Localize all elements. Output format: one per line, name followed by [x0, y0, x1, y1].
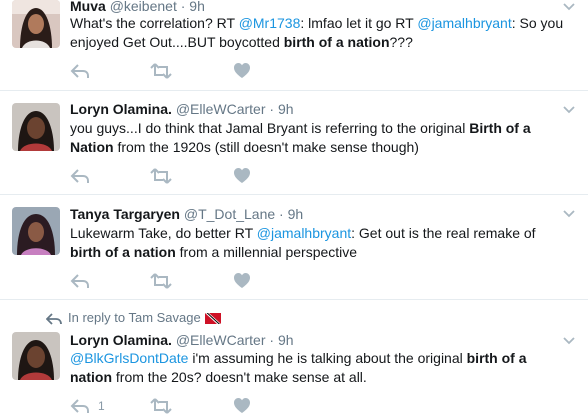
- tweet-text-segment: from the 20s? doesn't make sense at all.: [112, 369, 367, 385]
- heart-icon[interactable]: [233, 272, 257, 290]
- chevron-down-icon[interactable]: [562, 103, 576, 117]
- reply-icon[interactable]: [70, 62, 94, 80]
- avatar[interactable]: [12, 0, 60, 48]
- search-highlight: birth of a nation: [283, 34, 390, 50]
- author-name[interactable]: Loryn Olamina.: [70, 332, 172, 348]
- tweet-timeline: Muva @keibenet · 9h What's the correlati…: [0, 0, 588, 414]
- tweet-text-segment: you guys...I do think that Jamal Bryant …: [70, 120, 470, 136]
- author-handle[interactable]: @ElleWCarter: [176, 101, 266, 117]
- heart-icon[interactable]: [233, 62, 257, 80]
- tweet-text: you guys...I do think that Jamal Bryant …: [70, 119, 570, 157]
- mention-link[interactable]: @Mr1738: [239, 15, 301, 31]
- chevron-down-icon[interactable]: [562, 207, 576, 221]
- author-name[interactable]: Tanya Targaryen: [70, 206, 180, 222]
- retweet-icon[interactable]: [150, 272, 174, 290]
- reply-icon[interactable]: 1: [70, 397, 110, 415]
- heart-icon[interactable]: [233, 167, 257, 185]
- author-name[interactable]: Loryn Olamina.: [70, 101, 172, 117]
- tweet: In reply to Tam Savage Loryn Olamina. @E…: [0, 300, 588, 414]
- separator-dot: ·: [269, 332, 275, 348]
- author-handle[interactable]: @T_Dot_Lane: [184, 206, 275, 222]
- tweet-text: Lukewarm Take, do better RT @jamalhbryan…: [70, 224, 570, 262]
- reply-count: 1: [98, 399, 105, 413]
- tweet: Tanya Targaryen @T_Dot_Lane · 9h Lukewar…: [0, 195, 588, 300]
- tweet-text-segment: : lmfao let it go RT: [300, 15, 418, 31]
- author-handle[interactable]: @ElleWCarter: [176, 332, 266, 348]
- retweet-icon[interactable]: [150, 167, 174, 185]
- avatar[interactable]: [12, 332, 60, 380]
- chevron-down-icon[interactable]: [562, 334, 576, 348]
- chevron-down-icon[interactable]: [562, 0, 576, 14]
- avatar[interactable]: [12, 103, 60, 151]
- tweet: Loryn Olamina. @ElleWCarter · 9h you guy…: [0, 91, 588, 195]
- tweet-timestamp[interactable]: 9h: [189, 0, 205, 14]
- tweet-text-segment: from a millennial perspective: [175, 244, 358, 260]
- tweet-text: What's the correlation? RT @Mr1738: lmfa…: [70, 14, 570, 52]
- reply-icon[interactable]: [70, 272, 94, 290]
- author-handle[interactable]: @keibenet: [110, 0, 177, 14]
- trinidad-flag-icon: [204, 313, 221, 325]
- reply-icon: [45, 312, 62, 325]
- heart-icon[interactable]: [233, 397, 257, 415]
- tweet-timestamp[interactable]: 9h: [288, 206, 304, 222]
- mention-link[interactable]: @jamalhbryant: [257, 225, 351, 241]
- search-highlight: birth of a nation: [70, 244, 176, 260]
- tweet: Muva @keibenet · 9h What's the correlati…: [0, 0, 588, 91]
- tweet-text-segment: from the 1920s (still doesn't make sense…: [113, 139, 419, 155]
- retweet-icon[interactable]: [150, 62, 174, 80]
- avatar[interactable]: [12, 207, 60, 255]
- reply-context-label: In reply to Tam Savage: [68, 310, 201, 325]
- tweet-text-segment: : Get out is the real remake of: [351, 225, 536, 241]
- separator-dot: ·: [269, 101, 275, 117]
- tweet-text-segment: ???: [389, 34, 413, 50]
- retweet-icon[interactable]: [150, 397, 174, 415]
- reply-icon[interactable]: [70, 167, 94, 185]
- author-name[interactable]: Muva: [70, 0, 106, 14]
- tweet-text-segment: What's the correlation? RT: [70, 15, 239, 31]
- tweet-timestamp[interactable]: 9h: [278, 101, 294, 117]
- tweet-text-segment: Lukewarm Take, do better RT: [70, 225, 257, 241]
- tweet-text-segment: i'm assuming he is talking about the ori…: [188, 350, 467, 366]
- tweet-text: @BlkGrlsDontDate i'm assuming he is talk…: [70, 349, 570, 387]
- separator-dot: ·: [180, 0, 186, 14]
- reply-context[interactable]: In reply to Tam Savage: [45, 310, 221, 325]
- separator-dot: ·: [279, 206, 284, 222]
- mention-link[interactable]: @BlkGrlsDontDate: [70, 350, 188, 366]
- mention-link[interactable]: @jamalhbryant: [417, 15, 511, 31]
- tweet-timestamp[interactable]: 9h: [278, 332, 294, 348]
